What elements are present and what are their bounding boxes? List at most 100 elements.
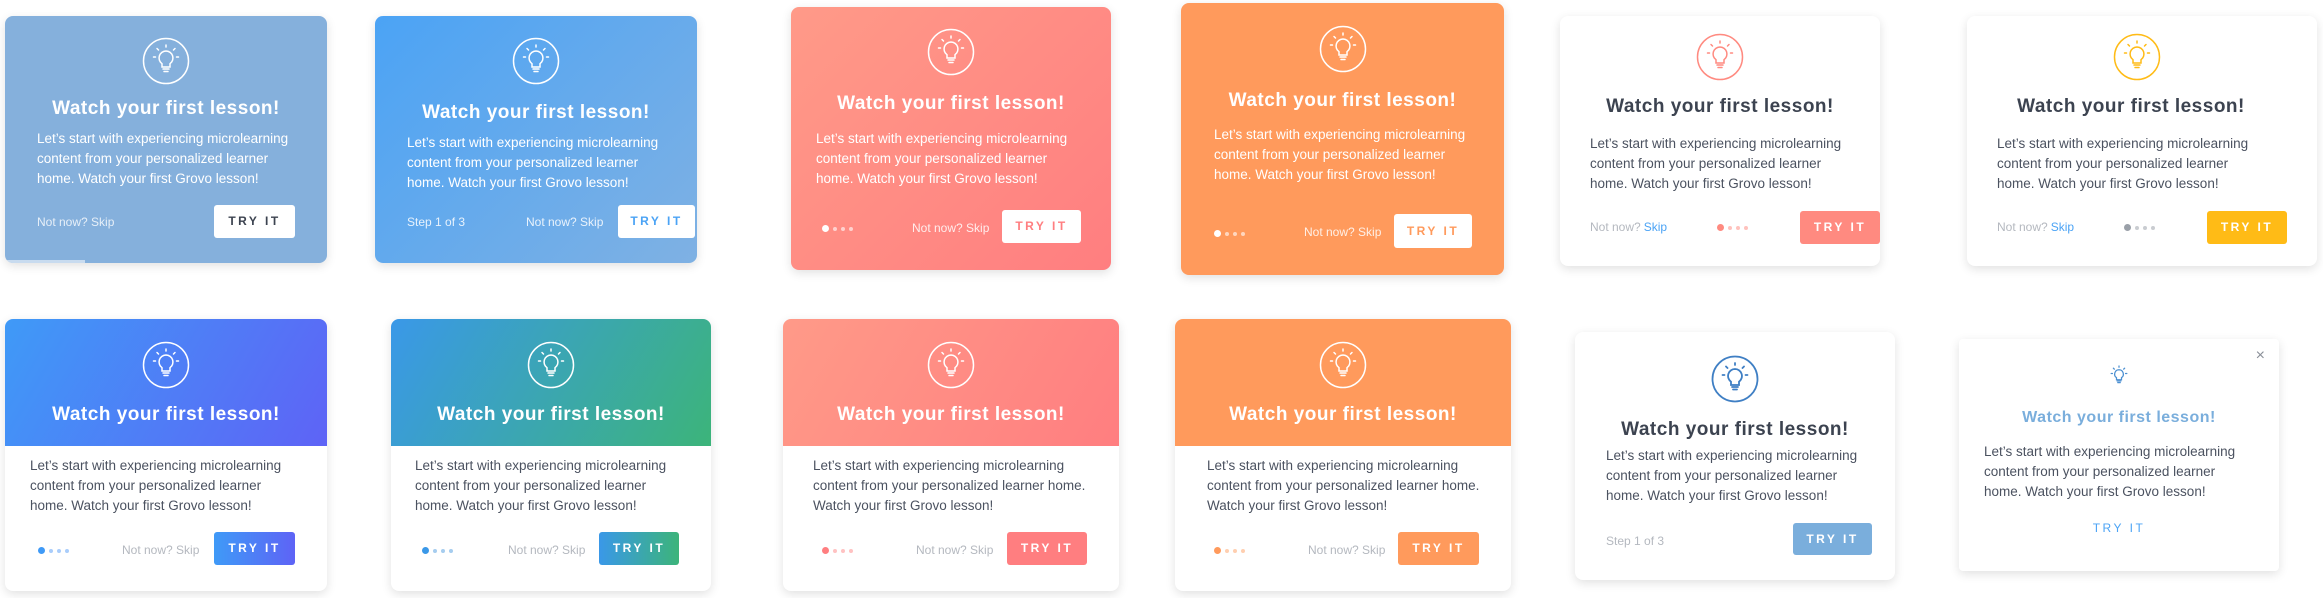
lightbulb-icon: [2113, 33, 2161, 81]
page-dot[interactable]: [849, 548, 853, 553]
page-dot-active[interactable]: [1214, 547, 1221, 554]
page-dot[interactable]: [1233, 548, 1237, 553]
page-dot[interactable]: [833, 226, 837, 231]
page-dot[interactable]: [841, 226, 845, 231]
try-it-button[interactable]: TRY IT: [1007, 532, 1087, 565]
onboarding-card-6: Watch your first lesson! Let’s start wit…: [1967, 16, 2317, 266]
card-body: Let’s start with experiencing microlearn…: [37, 131, 289, 186]
step-indicator: Step 1 of 3: [1606, 534, 1665, 548]
try-it-button[interactable]: TRY IT: [2207, 211, 2287, 244]
try-it-button[interactable]: TRY IT: [1398, 532, 1479, 565]
skip-link[interactable]: Not now? Skip: [508, 543, 585, 557]
try-it-button[interactable]: TRY IT: [214, 205, 295, 238]
card-body: Let’s start with experiencing microlearn…: [1984, 444, 2236, 499]
card-body: Let’s start with experiencing microlearn…: [813, 458, 1086, 513]
card-title: Watch your first lesson!: [1229, 404, 1457, 425]
skip-prefix: Not now?: [1997, 220, 2048, 234]
try-it-button[interactable]: TRY IT: [1394, 214, 1472, 248]
page-dot-active[interactable]: [822, 547, 829, 554]
card-body: Let’s start with experiencing microlearn…: [816, 131, 1068, 186]
skip-link[interactable]: Not now? Skip: [526, 215, 603, 229]
skip-link[interactable]: Not now? Skip: [1304, 225, 1381, 239]
page-dot-active[interactable]: [822, 225, 829, 232]
page-dot-active[interactable]: [1717, 224, 1724, 231]
onboarding-card-3: Watch your first lesson! Let’s start wit…: [791, 7, 1111, 270]
page-dot-active[interactable]: [422, 547, 429, 554]
page-dot-active[interactable]: [2124, 224, 2131, 231]
page-dot[interactable]: [1728, 225, 1732, 230]
page-dot[interactable]: [1233, 231, 1237, 236]
lightbulb-icon: [1319, 341, 1367, 389]
skip-link[interactable]: Not now? Skip: [37, 215, 114, 229]
page-dot[interactable]: [849, 226, 853, 231]
skip-link[interactable]: Not now? Skip: [122, 543, 199, 557]
card-body: Let’s start with experiencing microlearn…: [1207, 458, 1480, 513]
try-it-button[interactable]: TRY IT: [1002, 210, 1081, 243]
card-title: Watch your first lesson!: [2022, 409, 2216, 426]
page-dot[interactable]: [441, 548, 445, 553]
close-icon[interactable]: ×: [2256, 347, 2265, 365]
page-dot[interactable]: [1241, 548, 1245, 553]
card-title: Watch your first lesson!: [837, 404, 1065, 425]
progress-bar: [5, 260, 85, 263]
page-dot[interactable]: [57, 548, 61, 553]
page-dot-active[interactable]: [1214, 230, 1221, 237]
skip-link[interactable]: Not now? Skip: [1308, 543, 1385, 557]
pagination-dots: [822, 547, 853, 554]
try-it-button[interactable]: TRY IT: [1793, 523, 1872, 555]
lightbulb-icon: [927, 341, 975, 389]
page-dot[interactable]: [2143, 225, 2147, 230]
skip-link-text[interactable]: Skip: [1644, 220, 1667, 234]
pagination-dots: [2124, 224, 2155, 231]
card-header: Watch your first lesson!: [5, 319, 327, 446]
lightbulb-icon: [527, 341, 575, 389]
card-body: Let’s start with experiencing microlearn…: [1214, 127, 1466, 182]
page-dot[interactable]: [433, 548, 437, 553]
card-body: Let’s start with experiencing microlearn…: [1997, 136, 2249, 191]
lightbulb-icon: [927, 28, 975, 76]
page-dot[interactable]: [49, 548, 53, 553]
skip-link: Not now? Skip: [1997, 220, 2074, 234]
try-it-button[interactable]: TRY IT: [599, 532, 679, 565]
pagination-dots: [1214, 547, 1245, 554]
try-it-button[interactable]: TRY IT: [618, 205, 695, 238]
page-dot[interactable]: [1225, 231, 1229, 236]
card-body: Let’s start with experiencing microlearn…: [30, 458, 282, 513]
skip-link[interactable]: Not now? Skip: [912, 221, 989, 235]
try-it-button[interactable]: TRY IT: [214, 532, 295, 565]
card-title: Watch your first lesson!: [1606, 96, 1834, 117]
onboarding-card-8: Watch your first lesson! Let’s start wit…: [391, 319, 711, 591]
lightbulb-icon: [1696, 33, 1744, 81]
pagination-dots: [38, 547, 69, 554]
card-title: Watch your first lesson!: [2017, 96, 2245, 117]
onboarding-card-2: Watch your first lesson! Let’s start wit…: [375, 16, 697, 263]
page-dot[interactable]: [2135, 225, 2139, 230]
pagination-dots: [1214, 230, 1245, 237]
lightbulb-icon: [1711, 355, 1759, 403]
onboarding-card-12: × Watch your first lesson! Let’s start w…: [1959, 339, 2279, 571]
onboarding-card-10: Watch your first lesson! Let’s start wit…: [1175, 319, 1511, 591]
card-header: Watch your first lesson!: [1175, 319, 1511, 446]
card-title: Watch your first lesson!: [1228, 90, 1457, 111]
page-dot[interactable]: [1736, 225, 1740, 230]
page-dot[interactable]: [1225, 548, 1229, 553]
lightbulb-icon: [512, 37, 560, 85]
card-body: Let’s start with experiencing microlearn…: [407, 135, 659, 190]
try-it-button[interactable]: TRY IT: [2079, 516, 2159, 540]
page-dot[interactable]: [449, 548, 453, 553]
page-dot[interactable]: [65, 548, 69, 553]
page-dot[interactable]: [841, 548, 845, 553]
card-title: Watch your first lesson!: [52, 98, 280, 119]
page-dot[interactable]: [2151, 225, 2155, 230]
lightbulb-icon: [142, 341, 190, 389]
onboarding-card-4: Watch your first lesson! Let’s start wit…: [1181, 3, 1504, 275]
page-dot[interactable]: [1241, 231, 1245, 236]
page-dot[interactable]: [833, 548, 837, 553]
skip-link-text[interactable]: Skip: [2051, 220, 2074, 234]
skip-link: Not now? Skip: [1590, 220, 1667, 234]
try-it-button[interactable]: TRY IT: [1800, 211, 1880, 244]
skip-link[interactable]: Not now? Skip: [916, 543, 993, 557]
page-dot-active[interactable]: [38, 547, 45, 554]
page-dot[interactable]: [1744, 225, 1748, 230]
pagination-dots: [822, 225, 853, 232]
